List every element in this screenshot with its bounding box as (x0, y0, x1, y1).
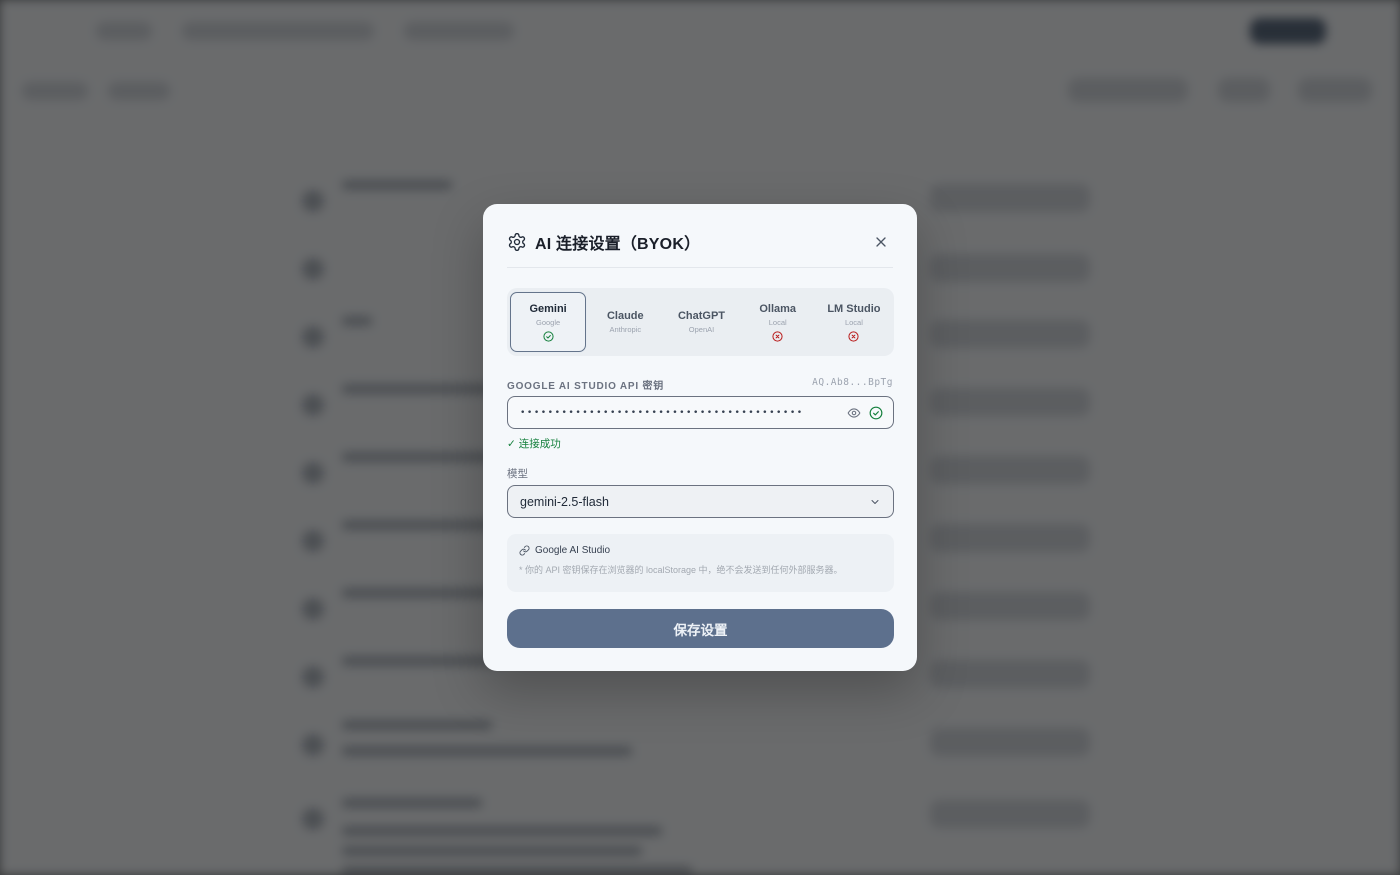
api-key-input[interactable]: ••••••••••••••••••••••••••••••••••••••••… (507, 396, 894, 429)
info-box: Google AI Studio * 你的 API 密钥保存在浏览器的 loca… (507, 534, 894, 592)
provider-tabs: Gemini Google Claude Anthropic ChatGPT OpenAI… (507, 288, 894, 356)
x-circle-icon (772, 330, 783, 342)
close-icon (876, 237, 886, 247)
save-button[interactable]: 保存设置 (507, 609, 894, 648)
check-circle-icon (543, 330, 554, 342)
link-icon (519, 545, 530, 556)
model-value: gemini-2.5-flash (520, 494, 609, 509)
provider-vendor: OpenAI (688, 325, 715, 334)
provider-name: Ollama (759, 302, 797, 315)
x-circle-icon (848, 330, 859, 342)
eye-icon[interactable] (847, 406, 861, 420)
chevron-down-icon (869, 496, 881, 508)
api-key-hint: AQ.Ab8...BpTg (812, 377, 893, 388)
model-select[interactable]: gemini-2.5-flash (507, 485, 894, 518)
provider-name: LM Studio (827, 302, 881, 315)
provider-name: ChatGPT (677, 310, 726, 322)
provider-vendor: Local (768, 317, 787, 327)
header-divider (507, 267, 893, 268)
modal-title: AI 连接设置（BYOK） (535, 236, 701, 253)
provider-tab-ollama[interactable]: Ollama Local (741, 292, 815, 352)
provider-vendor: Local (844, 317, 863, 327)
check-circle-icon (869, 406, 883, 420)
link-text[interactable]: Google AI Studio (535, 545, 610, 556)
google-ai-studio-link[interactable]: Google AI Studio (519, 545, 882, 556)
privacy-note: * 你的 API 密钥保存在浏览器的 localStorage 中，绝不会发送到… (519, 565, 843, 575)
provider-tab-chatgpt[interactable]: ChatGPT OpenAI (664, 292, 738, 352)
provider-tab-gemini[interactable]: Gemini Google (510, 292, 587, 352)
model-label: 模型 (507, 468, 528, 480)
provider-name: Claude (606, 310, 644, 322)
ai-settings-modal: AI 连接设置（BYOK） Gemini Google Claude Anthropi… (483, 204, 917, 671)
provider-name: Gemini (529, 302, 567, 315)
modal-header: AI 连接设置（BYOK） (507, 230, 893, 254)
provider-vendor: Google (536, 317, 561, 327)
provider-vendor: Anthropic (609, 325, 642, 334)
provider-tab-lm-studio[interactable]: LM Studio Local (817, 292, 891, 352)
api-key-label: GOOGLE AI STUDIO API 密钥 (507, 381, 665, 392)
connection-status: ✓ 连接成功 (507, 438, 561, 450)
gear-icon (507, 232, 527, 252)
close-button[interactable] (869, 230, 893, 254)
api-key-value[interactable]: ••••••••••••••••••••••••••••••••••••••••… (520, 408, 839, 418)
provider-tab-claude[interactable]: Claude Anthropic (588, 292, 662, 352)
